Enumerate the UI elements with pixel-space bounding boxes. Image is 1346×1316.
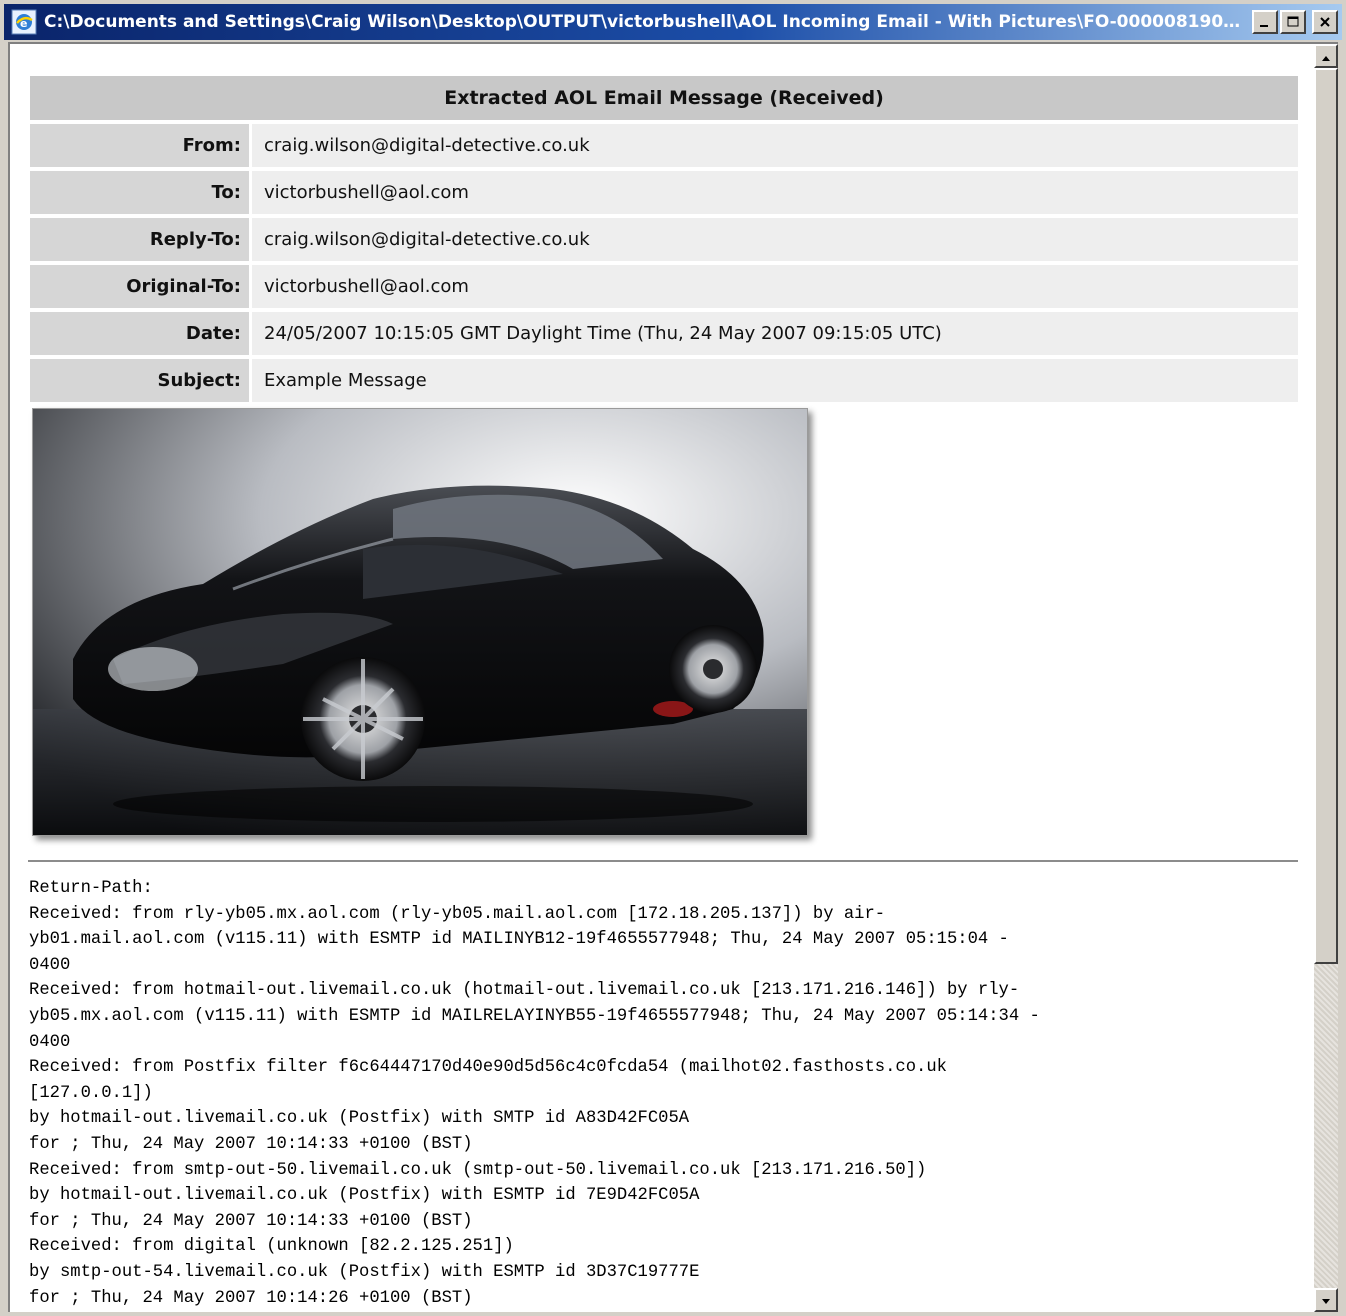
raw-header-line: 0400 (29, 1032, 71, 1052)
arrow-down-icon (1321, 1291, 1331, 1310)
raw-header-line: Received: from smtp-out-50.livemail.co.u… (29, 1160, 927, 1180)
scroll-down-button[interactable] (1314, 1288, 1338, 1312)
field-label: Reply-To: (30, 218, 249, 261)
ie-icon[interactable]: e (10, 8, 38, 36)
raw-header-line: Received: from rly-yb05.mx.aol.com (rly-… (29, 904, 886, 924)
close-button[interactable] (1312, 10, 1338, 34)
raw-header-line: by smtp-out-54.livemail.co.uk (Postfix) … (29, 1262, 700, 1282)
car-photo-icon (33, 409, 807, 835)
raw-header-line: yb05.mx.aol.com (v115.11) with ESMTP id … (29, 1006, 1040, 1026)
raw-header-line: Received: from digital (unknown [82.2.12… (29, 1237, 514, 1257)
arrow-up-icon (1321, 47, 1331, 66)
email-header-table: Extracted AOL Email Message (Received) F… (30, 72, 1298, 406)
raw-header-line: for ; Thu, 24 May 2007 10:14:33 +0100 (B… (29, 1134, 473, 1154)
page-viewport[interactable]: Extracted AOL Email Message (Received) F… (8, 42, 1338, 1312)
page-content: Extracted AOL Email Message (Received) F… (10, 44, 1314, 1312)
close-icon (1319, 13, 1331, 32)
browser-window: e C:\Documents and Settings\Craig Wilson… (0, 0, 1346, 1316)
raw-header-line: Received: from Postfix filter f6c6444717… (29, 1058, 947, 1078)
table-caption: Extracted AOL Email Message (Received) (30, 76, 1298, 120)
field-value: Example Message (249, 359, 1298, 402)
maximize-button[interactable] (1280, 10, 1306, 34)
raw-header-line: Received: from hotmail-out.livemail.co.u… (29, 981, 1020, 1001)
raw-header-line: Return-Path: (29, 879, 153, 898)
header-row-date: Date: 24/05/2007 10:15:05 GMT Daylight T… (30, 312, 1298, 355)
field-value: 24/05/2007 10:15:05 GMT Daylight Time (T… (249, 312, 1298, 355)
raw-header-line: by hotmail-out.livemail.co.uk (Postfix) … (29, 1186, 700, 1206)
scroll-thumb[interactable] (1314, 68, 1338, 964)
maximize-icon (1287, 13, 1299, 32)
field-label: Original-To: (30, 265, 249, 308)
raw-header-line: yb01.mail.aol.com (v115.11) with ESMTP i… (29, 930, 1009, 950)
header-row-from: From: craig.wilson@digital-detective.co.… (30, 124, 1298, 167)
header-divider (28, 860, 1298, 862)
minimize-icon (1259, 13, 1271, 32)
field-value: craig.wilson@digital-detective.co.uk (249, 218, 1298, 261)
field-value: victorbushell@aol.com (249, 171, 1298, 214)
field-label: From: (30, 124, 249, 167)
header-row-subject: Subject: Example Message (30, 359, 1298, 402)
scroll-up-button[interactable] (1314, 44, 1338, 68)
header-row-reply-to: Reply-To: craig.wilson@digital-detective… (30, 218, 1298, 261)
header-row-to: To: victorbushell@aol.com (30, 171, 1298, 214)
svg-text:e: e (20, 17, 27, 30)
field-label: To: (30, 171, 249, 214)
raw-headers: Return-Path: Received: from rly-yb05.mx.… (29, 876, 1299, 1311)
title-bar[interactable]: e C:\Documents and Settings\Craig Wilson… (4, 4, 1342, 40)
raw-header-line: by hotmail-out.livemail.co.uk (Postfix) … (29, 1109, 690, 1129)
field-label: Subject: (30, 359, 249, 402)
field-value: victorbushell@aol.com (249, 265, 1298, 308)
raw-header-line: [127.0.0.1]) (29, 1083, 153, 1103)
attached-car-image (32, 408, 808, 836)
field-value: craig.wilson@digital-detective.co.uk (249, 124, 1298, 167)
raw-header-line: for ; Thu, 24 May 2007 10:14:26 +0100 (B… (29, 1288, 473, 1308)
vertical-scrollbar[interactable] (1314, 44, 1338, 1312)
header-row-original-to: Original-To: victorbushell@aol.com (30, 265, 1298, 308)
raw-header-line: for ; Thu, 24 May 2007 10:14:33 +0100 (B… (29, 1211, 473, 1231)
raw-header-line: 0400 (29, 955, 71, 975)
window-title: C:\Documents and Settings\Craig Wilson\D… (44, 12, 1244, 32)
field-label: Date: (30, 312, 249, 355)
minimize-button[interactable] (1252, 10, 1278, 34)
